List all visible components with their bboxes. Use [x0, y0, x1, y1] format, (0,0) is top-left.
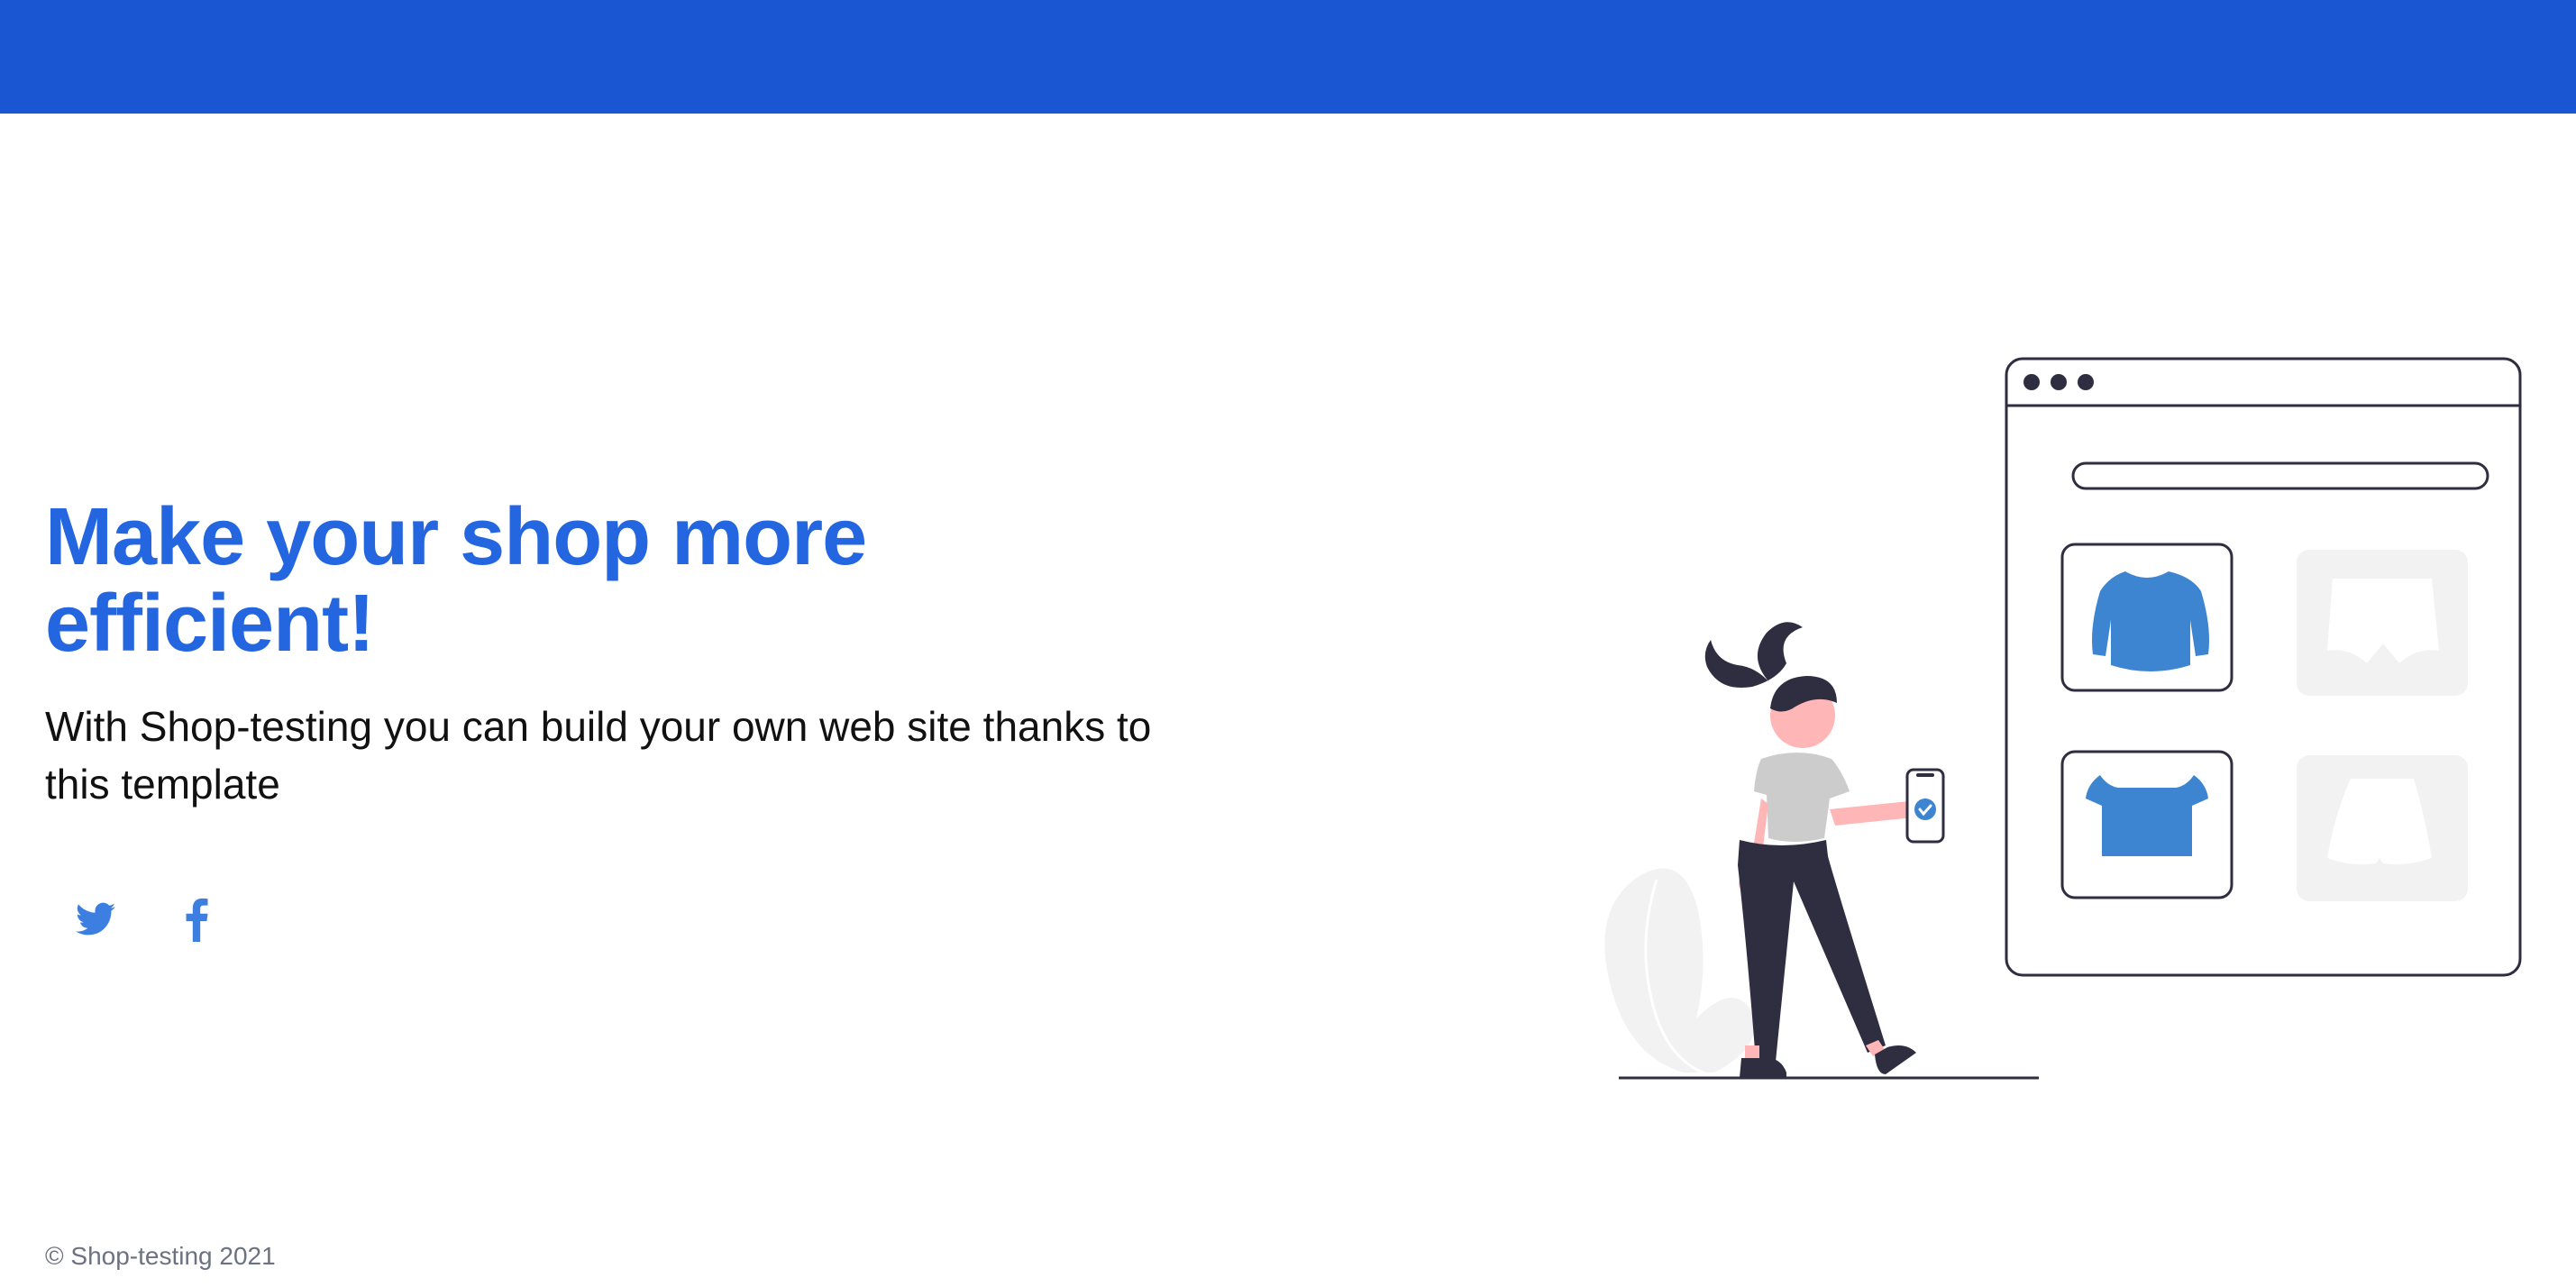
twitter-link[interactable] [69, 892, 123, 946]
product-card-skirt [2297, 755, 2468, 901]
window-dot-icon [2051, 374, 2067, 390]
product-card-top [2060, 750, 2233, 899]
shopping-illustration [1604, 357, 2522, 1080]
facebook-link[interactable] [169, 892, 224, 946]
check-icon [1914, 799, 1936, 820]
window-dot-icon [2078, 374, 2094, 390]
top-bar [0, 0, 2576, 114]
product-card-sweater [2060, 543, 2233, 692]
search-bar-graphic [2071, 461, 2489, 490]
hero-title: Make your shop more efficient! [45, 492, 867, 669]
twitter-icon [76, 902, 115, 936]
facebook-icon [186, 898, 208, 942]
product-card-shorts [2297, 550, 2468, 696]
hero-subtitle: With Shop-testing you can build your own… [45, 703, 1152, 808]
plant-graphic [1604, 868, 1755, 1076]
window-dot-icon [2023, 374, 2040, 390]
footer-copyright: © Shop-testing 2021 [45, 1242, 276, 1270]
